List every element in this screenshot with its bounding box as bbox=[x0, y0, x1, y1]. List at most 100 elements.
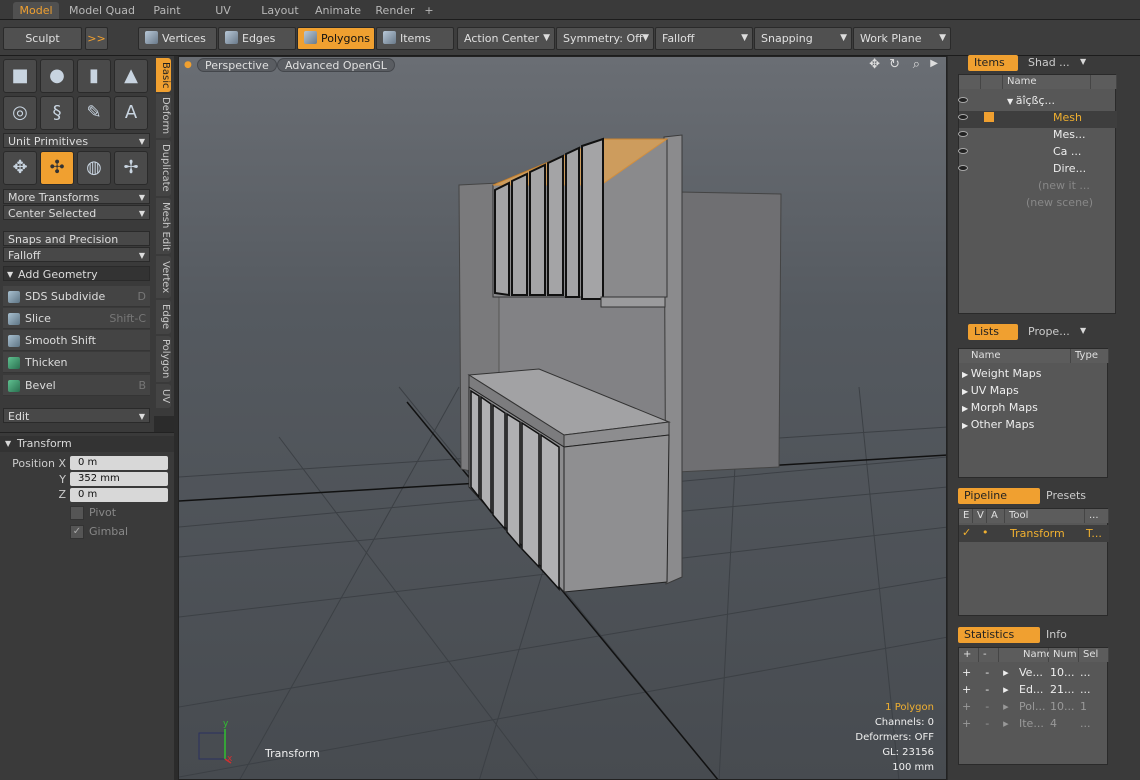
capsule-tool-icon[interactable]: § bbox=[40, 96, 74, 130]
perspective-dropdown[interactable]: Perspective bbox=[197, 58, 277, 72]
chevron-down-icon[interactable]: ▼ bbox=[1080, 326, 1086, 335]
more-transforms-dropdown[interactable]: More Transforms ▼ bbox=[3, 189, 150, 204]
items-button[interactable]: Items bbox=[376, 27, 454, 50]
tab-uv[interactable]: UV bbox=[200, 2, 246, 19]
transform-tool-icon[interactable]: ✣ bbox=[40, 151, 74, 185]
eye-icon[interactable] bbox=[958, 148, 968, 154]
vertices-button[interactable]: Vertices bbox=[138, 27, 217, 50]
tab-animate[interactable]: Animate bbox=[311, 2, 365, 19]
cylinder-tool-icon[interactable]: ▮ bbox=[77, 59, 111, 93]
name-column-header[interactable]: Name bbox=[959, 349, 1071, 363]
pipeline-tool-transform[interactable]: Transform bbox=[1010, 527, 1065, 540]
center-selected-dropdown[interactable]: Center Selected ▼ bbox=[3, 205, 150, 220]
rotate-tool-icon[interactable]: ◍ bbox=[77, 151, 111, 185]
sphere-tool-icon[interactable]: ● bbox=[40, 59, 74, 93]
symmetry-dropdown[interactable]: Symmetry: Off ▼ bbox=[556, 27, 654, 50]
edges-button[interactable]: Edges bbox=[218, 27, 296, 50]
eye-icon[interactable] bbox=[958, 114, 968, 120]
add-geometry-header[interactable]: ▼ Add Geometry bbox=[3, 266, 150, 281]
tab-render[interactable]: Render bbox=[370, 2, 420, 19]
thicken-button[interactable]: Thicken bbox=[3, 352, 150, 373]
position-y-field[interactable]: 352 mm bbox=[70, 472, 168, 486]
vtab-uv[interactable]: UV bbox=[156, 384, 171, 408]
cone-tool-icon[interactable]: ▲ bbox=[114, 59, 148, 93]
pivot-checkbox[interactable] bbox=[70, 506, 84, 520]
transform-section-header[interactable]: ▼ Transform bbox=[0, 436, 174, 452]
tab-paint[interactable]: Paint bbox=[144, 2, 190, 19]
tab-model-quad[interactable]: Model Quad bbox=[66, 2, 138, 19]
stats-row-items[interactable]: + - ▸ bbox=[962, 717, 1016, 730]
mesh-layer-icon[interactable] bbox=[984, 112, 994, 122]
chevron-down-icon[interactable]: ▼ bbox=[1080, 57, 1086, 66]
stats-row-polygons[interactable]: + - ▸ bbox=[962, 700, 1016, 713]
vtab-basic[interactable]: Basic bbox=[156, 58, 171, 92]
new-scene-row[interactable]: (new scene) bbox=[1026, 196, 1093, 209]
stats-row-vertices[interactable]: + - ▸ bbox=[962, 666, 1016, 679]
tab-model[interactable]: Model bbox=[13, 2, 59, 19]
eye-icon[interactable] bbox=[958, 131, 968, 137]
cube-tool-icon[interactable]: ■ bbox=[3, 59, 37, 93]
snaps-precision-button[interactable]: Snaps and Precision bbox=[3, 231, 150, 246]
falloff-dropdown[interactable]: Falloff ▼ bbox=[655, 27, 753, 50]
move-tool-icon[interactable]: ✥ bbox=[3, 151, 37, 185]
text-tool-icon[interactable]: A bbox=[114, 96, 148, 130]
new-item-row[interactable]: (new it ... bbox=[1038, 179, 1090, 192]
weight-maps-row[interactable]: ▶ Weight Maps bbox=[962, 367, 1041, 380]
eye-icon[interactable] bbox=[958, 97, 968, 103]
renderer-dropdown[interactable]: Advanced OpenGL bbox=[277, 58, 395, 72]
zoom-icon[interactable]: ⌕ bbox=[913, 57, 920, 72]
edit-dropdown[interactable]: Edit ▼ bbox=[3, 408, 150, 423]
vtab-edge[interactable]: Edge bbox=[156, 300, 171, 334]
unit-primitives-dropdown[interactable]: Unit Primitives ▼ bbox=[3, 133, 150, 148]
rotate-view-icon[interactable]: ↻ bbox=[889, 57, 900, 72]
viewport-menu-icon[interactable]: ● bbox=[184, 60, 192, 70]
expand-button[interactable]: >> bbox=[85, 27, 108, 50]
smooth-shift-button[interactable]: Smooth Shift bbox=[3, 330, 150, 351]
camera-item[interactable]: Ca ... bbox=[1053, 145, 1081, 158]
position-x-field[interactable]: 0 m bbox=[70, 456, 168, 470]
bevel-button[interactable]: Bevel B bbox=[3, 375, 150, 396]
tab-properties[interactable]: Prope... bbox=[1022, 324, 1072, 340]
dot-icon[interactable]: • bbox=[982, 526, 989, 539]
tab-pipeline[interactable]: Pipeline bbox=[958, 488, 1040, 504]
action-center-dropdown[interactable]: Action Center ▼ bbox=[457, 27, 555, 50]
light-item[interactable]: Dire... bbox=[1053, 162, 1086, 175]
mesh-item-2[interactable]: Mes... bbox=[1053, 128, 1085, 141]
snapping-dropdown[interactable]: Snapping ▼ bbox=[754, 27, 852, 50]
position-z-field[interactable]: 0 m bbox=[70, 488, 168, 502]
check-icon[interactable]: ✓ bbox=[962, 526, 971, 539]
tab-layout[interactable]: Layout bbox=[254, 2, 306, 19]
morph-maps-row[interactable]: ▶ Morph Maps bbox=[962, 401, 1038, 414]
mesh-item[interactable]: Mesh bbox=[1053, 111, 1082, 124]
tab-lists[interactable]: Lists bbox=[968, 324, 1018, 340]
torus-tool-icon[interactable]: ◎ bbox=[3, 96, 37, 130]
tab-items[interactable]: Items bbox=[968, 55, 1018, 71]
tab-presets[interactable]: Presets bbox=[1040, 488, 1122, 504]
type-column-header[interactable]: Type bbox=[1071, 349, 1109, 363]
gimbal-checkbox[interactable]: ✓ bbox=[70, 525, 84, 539]
vtab-mesh-edit[interactable]: Mesh Edit bbox=[156, 198, 171, 254]
uv-maps-row[interactable]: ▶ UV Maps bbox=[962, 384, 1019, 397]
3d-viewport[interactable]: ● Perspective Advanced OpenGL ✥ ↻ ⌕ ▶ y … bbox=[178, 56, 947, 780]
vtab-polygon[interactable]: Polygon bbox=[156, 336, 171, 382]
pen-tool-icon[interactable]: ✎ bbox=[77, 96, 111, 130]
viewport-expand-icon[interactable]: ▶ bbox=[930, 58, 938, 69]
tab-statistics[interactable]: Statistics bbox=[958, 627, 1040, 643]
stats-row-edges[interactable]: + - ▸ bbox=[962, 683, 1016, 696]
scene-item[interactable]: ▼ äîçßç... bbox=[1007, 94, 1055, 107]
vtab-deform[interactable]: Deform bbox=[156, 94, 171, 138]
scale-tool-icon[interactable]: ✢ bbox=[114, 151, 148, 185]
other-maps-row[interactable]: ▶ Other Maps bbox=[962, 418, 1034, 431]
slice-button[interactable]: Slice Shift-C bbox=[3, 308, 150, 329]
pan-icon[interactable]: ✥ bbox=[869, 57, 880, 72]
eye-icon[interactable] bbox=[958, 165, 968, 171]
work-plane-dropdown[interactable]: Work Plane ▼ bbox=[853, 27, 951, 50]
tab-info[interactable]: Info bbox=[1040, 627, 1122, 643]
add-tab-button[interactable]: + bbox=[422, 2, 436, 19]
name-column-header[interactable]: Name bbox=[1003, 75, 1091, 89]
polygons-button[interactable]: Polygons bbox=[297, 27, 375, 50]
sds-subdivide-button[interactable]: SDS Subdivide D bbox=[3, 286, 150, 307]
vtab-duplicate[interactable]: Duplicate bbox=[156, 140, 171, 196]
falloff-type-dropdown[interactable]: Falloff ▼ bbox=[3, 247, 150, 262]
tab-shading[interactable]: Shad ... bbox=[1022, 55, 1072, 71]
